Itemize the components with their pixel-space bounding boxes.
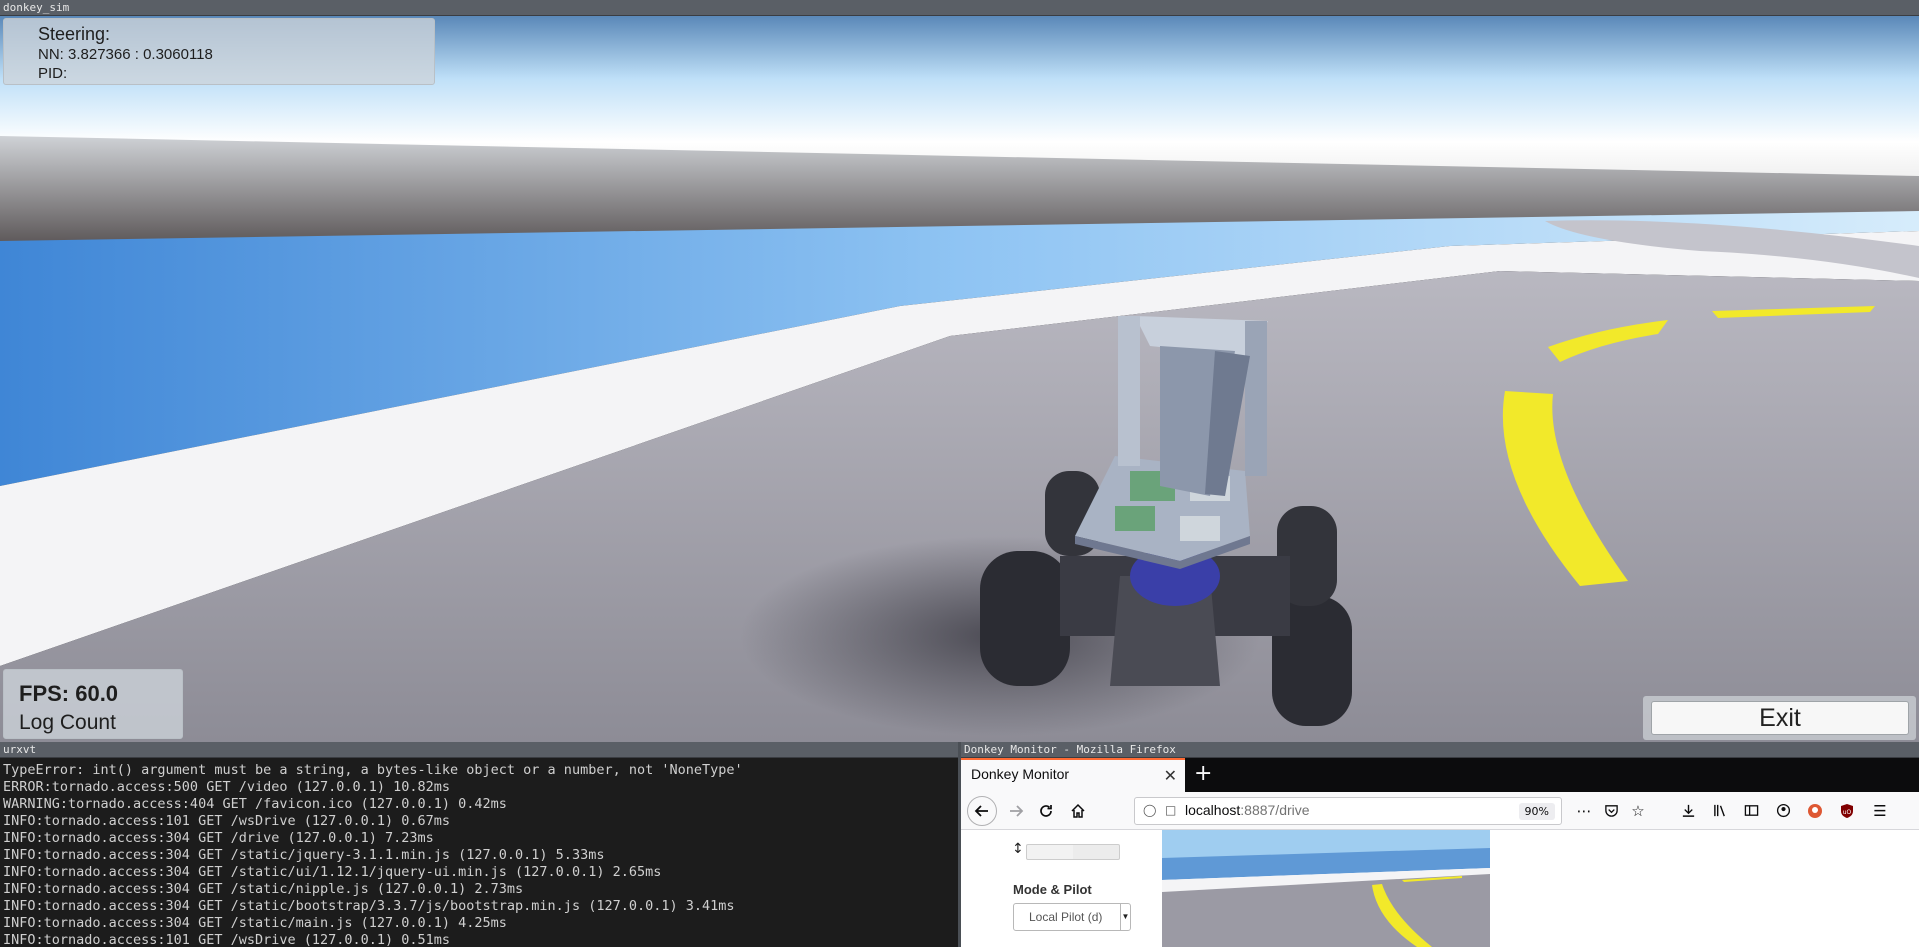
url-text[interactable]: localhost:8887/drive <box>1185 802 1310 818</box>
pid-steering-readout: PID: <box>38 65 68 82</box>
terminal-line: WARNING:tornado.access:404 GET /favicon.… <box>3 796 507 812</box>
chevron-down-icon: ▼ <box>1120 904 1130 930</box>
arrow-right-icon <box>1010 805 1024 817</box>
log-count-label: Log Count <box>19 711 116 734</box>
terminal-line: INFO:tornado.access:304 GET /static/main… <box>3 915 507 931</box>
terminal-window: urxvt TypeError: int() argument must be … <box>0 742 960 947</box>
firefox-window-title: Donkey Monitor - Mozilla Firefox <box>961 742 1919 758</box>
library-books-icon <box>1713 804 1725 817</box>
tab-bar: Donkey Monitor ✕ + <box>961 758 1919 792</box>
hamburger-menu-icon[interactable]: ☰ <box>1869 800 1891 822</box>
url-bar[interactable]: ◯ □ localhost:8887/drive 90% <box>1134 797 1562 825</box>
url-path: :8887/drive <box>1240 802 1310 818</box>
arrow-left-icon <box>974 805 988 817</box>
camera-video-feed <box>1162 830 1490 947</box>
vertical-resize-icon: ↕ <box>1012 841 1024 857</box>
download-arrow-icon <box>1682 804 1694 817</box>
terminal-line: INFO:tornado.access:304 GET /drive (127.… <box>3 830 434 846</box>
simulator-scene <box>0 16 1919 742</box>
terminal-output[interactable]: TypeError: int() argument must be a stri… <box>0 758 958 947</box>
tracking-shield-icon[interactable]: ◯ <box>1143 803 1156 817</box>
account-avatar-icon <box>1776 803 1790 818</box>
reload-icon <box>1040 805 1052 817</box>
nn-steering-readout: NN: 3.827366 : 0.3060118 <box>38 46 213 63</box>
video-frame <box>1162 830 1490 947</box>
throttle-slider[interactable] <box>1026 844 1120 860</box>
downloads-icon[interactable] <box>1677 800 1699 822</box>
steering-title: Steering: <box>38 24 111 44</box>
duckduckgo-icon <box>1808 804 1822 818</box>
fps-panel: FPS: 60.0 Log Count <box>3 669 183 739</box>
bookmark-star-icon[interactable]: ☆ <box>1627 800 1649 822</box>
url-host: localhost <box>1185 802 1241 818</box>
steering-panel: Steering: NN: 3.827366 : 0.3060118 PID: <box>3 18 435 85</box>
tab-title: Donkey Monitor <box>971 766 1070 782</box>
page-actions-menu-icon[interactable]: ⋯ <box>1573 800 1595 822</box>
navigation-toolbar: ◯ □ localhost:8887/drive 90% ⋯ ☆ uO ☰ <box>961 792 1919 830</box>
forward-button[interactable] <box>1003 798 1029 824</box>
terminal-line: ERROR:tornado.access:500 GET /video (127… <box>3 779 451 795</box>
back-button[interactable] <box>967 796 997 826</box>
page-info-icon[interactable]: □ <box>1165 803 1176 817</box>
terminal-line: TypeError: int() argument must be a stri… <box>3 762 743 778</box>
simulator-window-title: donkey_sim <box>0 0 1919 16</box>
fps-readout: FPS: 60.0 <box>19 681 119 706</box>
terminal-line: INFO:tornado.access:101 GET /wsDrive (12… <box>3 813 451 829</box>
exit-button-container: Exit <box>1643 696 1916 740</box>
exit-button[interactable]: Exit <box>1651 701 1909 735</box>
terminal-line: INFO:tornado.access:101 GET /wsDrive (12… <box>3 932 451 947</box>
reload-button[interactable] <box>1033 798 1059 824</box>
mode-pilot-label: Mode & Pilot <box>1013 882 1092 897</box>
mode-pilot-select[interactable]: Local Pilot (d) ▼ <box>1013 903 1131 931</box>
zoom-level-badge[interactable]: 90% <box>1518 803 1555 820</box>
terminal-line: INFO:tornado.access:304 GET /static/boot… <box>3 898 735 914</box>
close-tab-icon[interactable]: ✕ <box>1164 766 1177 786</box>
pocket-icon[interactable] <box>1600 800 1622 822</box>
terminal-line: INFO:tornado.access:304 GET /static/ui/1… <box>3 864 662 880</box>
terminal-line: INFO:tornado.access:304 GET /static/nipp… <box>3 881 524 897</box>
home-button[interactable] <box>1065 798 1091 824</box>
home-icon <box>1071 803 1085 818</box>
tab-donkey-monitor[interactable]: Donkey Monitor ✕ <box>961 758 1185 792</box>
pocket-shape <box>1604 805 1618 817</box>
firefox-window: Donkey Monitor - Mozilla Firefox Donkey … <box>961 742 1919 947</box>
sidebar-icon[interactable] <box>1740 800 1762 822</box>
terminal-line: INFO:tornado.access:304 GET /static/jque… <box>3 847 605 863</box>
duckduckgo-extension-icon[interactable] <box>1804 800 1826 822</box>
new-tab-button[interactable]: + <box>1194 761 1212 786</box>
simulator-window: donkey_sim Steering: NN: 3.827366: 0.30… <box>0 0 1919 742</box>
sidebar-panel-icon <box>1744 805 1758 816</box>
svg-text:uO: uO <box>1843 809 1852 816</box>
simulator-viewport: Steering: NN: 3.827366 : 0.3060118 PID: … <box>0 16 1919 742</box>
ublock-shield-icon: uO <box>1841 804 1853 818</box>
library-icon[interactable] <box>1709 800 1731 822</box>
account-icon[interactable] <box>1772 800 1794 822</box>
page-content: ↕ Mode & Pilot Local Pilot (d) ▼ <box>961 830 1919 947</box>
terminal-window-title: urxvt <box>0 742 960 758</box>
mode-pilot-value: Local Pilot (d) <box>1029 910 1103 924</box>
ublock-extension-icon[interactable]: uO <box>1836 800 1858 822</box>
